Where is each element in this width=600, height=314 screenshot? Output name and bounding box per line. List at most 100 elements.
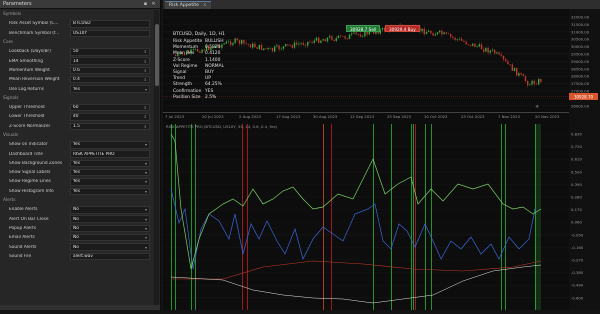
sell-button[interactable]: 30928.7 Sell — [346, 25, 381, 32]
buy-button[interactable]: 30929.4 Buy — [385, 25, 420, 32]
param-label: Risk Asset Symbol (C... — [9, 21, 59, 27]
param-row: Upper Threshold 60 ⇕ — [0, 103, 153, 112]
param-value-field[interactable]: Yes ▾ — [70, 178, 150, 186]
param-value-field[interactable]: No ▾ — [70, 224, 150, 233]
sell-zone — [247, 124, 248, 310]
chevron-down-icon[interactable]: ▾ — [145, 235, 147, 240]
candle — [434, 34, 436, 36]
chevron-down-icon[interactable]: ▾ — [145, 217, 147, 222]
chart-tool-icon[interactable]: ☼ — [535, 104, 539, 110]
candle — [252, 43, 254, 48]
close-icon[interactable]: ✕ — [150, 1, 157, 8]
chevron-down-icon[interactable]: ▾ — [145, 170, 147, 175]
chevron-down-icon[interactable]: ▾ — [145, 142, 147, 147]
candle — [348, 34, 351, 39]
param-value-field[interactable]: Yes ▾ — [70, 169, 150, 177]
param-value-field[interactable]: No ▾ — [70, 215, 150, 223]
candle — [518, 73, 520, 76]
chart-window: Risk Appetite × 7 Jul 2023 20 Jul 2023 2 A… — [163, 0, 600, 310]
buy-label: Buy — [407, 27, 416, 32]
chevron-down-icon[interactable]: ▾ — [145, 226, 147, 231]
param-value-field[interactable]: 50 ⇕ — [70, 48, 150, 56]
chevron-down-icon[interactable]: ▾ — [145, 87, 147, 92]
candle — [256, 47, 258, 49]
time-axis-label: 7 Jul 2023 — [165, 114, 185, 119]
spinner-arrows-icon[interactable]: ⇕ — [144, 59, 147, 64]
candle — [307, 41, 309, 46]
param-value-field[interactable]: Yes ▾ — [70, 187, 150, 195]
candle — [463, 40, 465, 42]
param-value-field[interactable]: No ▾ — [70, 243, 150, 251]
param-row: Email Alerts No ▾ — [0, 233, 153, 242]
param-value-field[interactable]: 1.5 ⇕ — [70, 122, 150, 130]
candle — [236, 38, 238, 41]
param-value-field[interactable]: RISK APPETITE PRO — [70, 150, 150, 158]
pin-icon[interactable]: ▪ — [142, 1, 149, 8]
spinner-arrows-icon[interactable]: ⇕ — [144, 124, 147, 129]
section-header: Signals — [3, 95, 19, 101]
chevron-down-icon[interactable]: ▾ — [145, 245, 147, 250]
candle — [333, 39, 335, 41]
price-axis-label: 30000.00 — [571, 44, 590, 49]
spinner-arrows-icon[interactable]: ⇕ — [144, 114, 147, 119]
candle — [494, 49, 496, 54]
param-label: Dashboard Title — [9, 151, 43, 157]
scrollbar-thumb[interactable] — [154, 24, 159, 86]
section-header: Visuals — [3, 132, 19, 138]
candle — [344, 36, 346, 39]
chevron-down-icon[interactable]: ▾ — [145, 179, 147, 184]
chevron-down-icon[interactable]: ▾ — [145, 207, 147, 212]
param-value-field[interactable]: BTCUSD — [70, 20, 150, 28]
param-value-field[interactable]: Yes ▾ — [70, 159, 150, 168]
risk-line-blue — [170, 188, 536, 270]
param-value-field[interactable]: No ▾ — [70, 206, 150, 214]
info-row: Position Size 2.5% — [173, 95, 224, 101]
close-tab-icon[interactable]: × — [203, 3, 207, 8]
candle — [254, 43, 256, 48]
candle — [331, 36, 333, 40]
candle — [421, 28, 423, 32]
price-axis-label: 28500.00 — [571, 66, 590, 71]
price-axis-label: 29000.00 — [571, 59, 590, 64]
spinner-arrows-icon[interactable]: ⇕ — [144, 49, 147, 54]
candle — [351, 33, 353, 35]
param-value-field[interactable]: 0.6 ⇕ — [70, 66, 150, 75]
param-row: Dashboard Title RISK APPETITE PRO — [0, 149, 153, 158]
candle — [302, 43, 304, 45]
candle — [381, 27, 384, 30]
candle — [359, 34, 362, 37]
param-value-field[interactable]: 14 ⇕ — [70, 57, 150, 65]
candle — [304, 44, 307, 46]
time-axis: 7 Jul 2023 20 Jul 2023 2 Aug 2023 17 Aug 20… — [165, 114, 560, 119]
info-value: 2.5% — [205, 94, 217, 100]
spinner-arrows-icon[interactable]: ⇕ — [144, 77, 147, 82]
chart-canvas[interactable]: 7 Jul 2023 20 Jul 2023 2 Aug 2023 17 Aug 20… — [163, 9, 600, 310]
parameters-scrollbar[interactable] — [154, 10, 159, 305]
param-value-field[interactable]: 40 ⇕ — [70, 113, 150, 121]
param-row: Alert On Bar Close No ▾ — [0, 215, 153, 224]
param-label: Use Log Returns — [9, 86, 44, 92]
parameters-title: Parameters — [3, 1, 32, 7]
param-value-field[interactable]: alert.wav — [70, 252, 150, 261]
sell-price: 30928.7 — [350, 27, 368, 32]
param-value-field[interactable]: No ▾ — [70, 234, 150, 242]
candle — [362, 36, 364, 38]
spinner-arrows-icon[interactable]: ⇕ — [144, 68, 147, 73]
time-axis-label: 25 Sep 2023 — [387, 114, 412, 119]
candle — [496, 52, 498, 54]
param-value-field[interactable]: US10Y — [70, 29, 150, 37]
parameters-titlebar: Parameters ▪ ✕ — [0, 0, 160, 9]
chevron-down-icon[interactable]: ▾ — [145, 189, 147, 194]
param-value-field[interactable]: 60 ⇕ — [70, 103, 150, 112]
candle — [476, 46, 478, 48]
param-value-field[interactable]: Yes ▾ — [70, 141, 150, 149]
candle — [227, 41, 230, 43]
chart-area[interactable]: 7 Jul 2023 20 Jul 2023 2 Aug 2023 17 Aug 20… — [163, 9, 600, 310]
candle — [467, 44, 469, 45]
signal-line-red — [171, 260, 542, 280]
chevron-down-icon[interactable]: ▾ — [145, 161, 147, 166]
param-value-field[interactable]: Yes ▾ — [70, 85, 150, 93]
spinner-arrows-icon[interactable]: ⇕ — [144, 105, 147, 110]
tab-risk-appetite[interactable]: Risk Appetite × — [165, 1, 211, 9]
param-value-field[interactable]: 0.4 ⇕ — [70, 76, 150, 84]
